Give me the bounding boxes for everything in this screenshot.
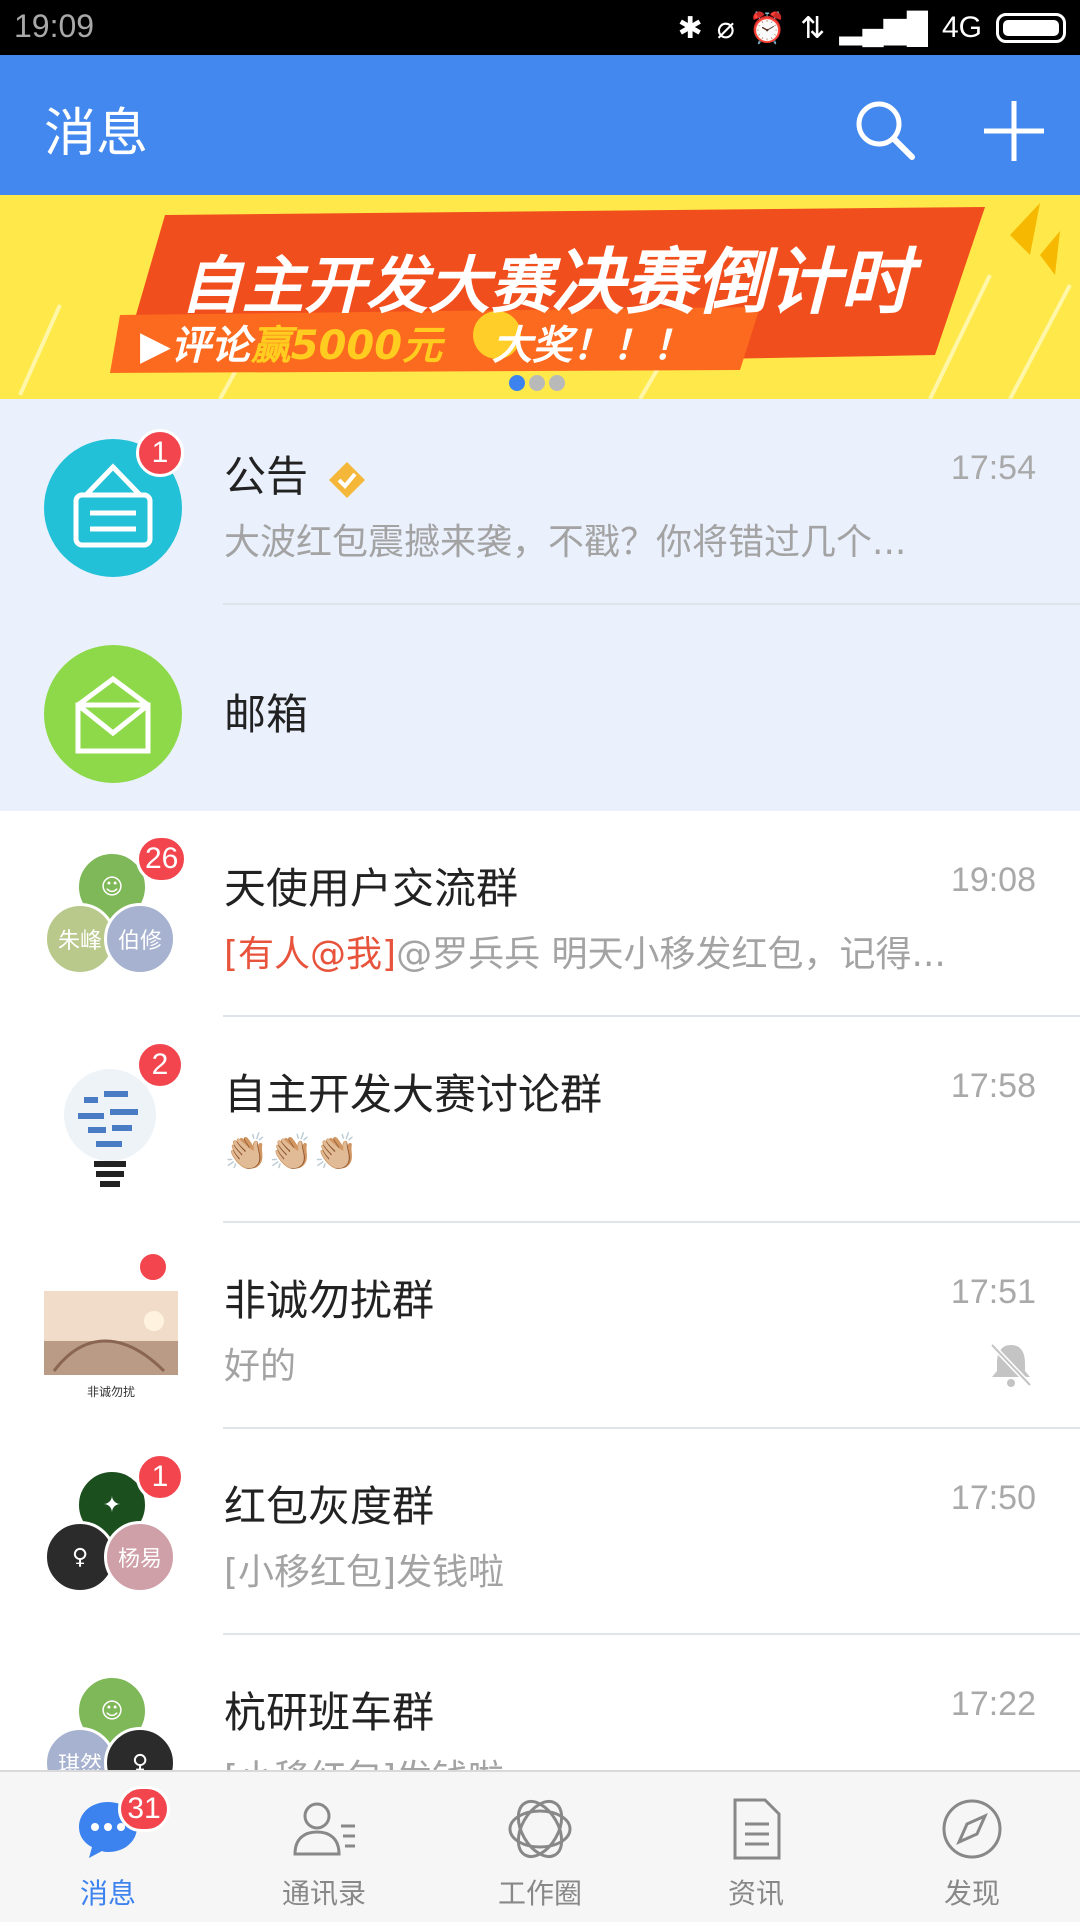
document-icon — [733, 1798, 781, 1860]
search-button[interactable] — [850, 95, 920, 165]
conversation-preview: [小移红包]发钱啦 — [224, 1552, 505, 1593]
verified-icon — [329, 461, 366, 498]
conversation-name: 公告 — [224, 443, 367, 504]
unread-badge: 1 — [136, 1453, 184, 1501]
status-bar: 19:09 ✱ ⌀ ⏰ ⇅ ▂▄▆█ 4G — [0, 0, 1080, 55]
tab-label: 消息 — [79, 1877, 136, 1910]
conversation-time: 17:50 — [950, 1479, 1036, 1517]
work-circle-icon — [508, 1800, 572, 1858]
tab-label: 工作圈 — [497, 1877, 582, 1910]
network-type: 4G — [941, 11, 982, 44]
conversation-name: 天使用户交流群 — [224, 864, 519, 913]
data-arrows-icon: ⇅ — [800, 11, 826, 45]
conversation-row[interactable]: ☺ 朱峰 伯修 26 天使用户交流群 19:08 [有人@我]@罗兵兵 明天小移… — [0, 811, 1080, 1017]
conversation-time: 17:54 — [950, 449, 1036, 487]
conversation-row[interactable]: 非诚勿扰 非诚勿扰群 17:51 好的 — [0, 1223, 1080, 1429]
conversation-name: 红包灰度群 — [224, 1482, 435, 1531]
tab-news[interactable]: 资讯 — [648, 1772, 864, 1922]
conversation-row[interactable]: 邮箱 — [0, 605, 1080, 811]
tab-discover[interactable]: 发现 — [864, 1772, 1080, 1922]
conversation-name-text: 公告 — [224, 452, 309, 501]
plus-icon — [984, 101, 1044, 161]
tab-work-circle[interactable]: 工作圈 — [432, 1772, 648, 1922]
bottom-tab-bar: 31 消息 通讯录 工作圈 资讯 发现 — [0, 1770, 1080, 1922]
conversation-row[interactable]: ✦ ♀ 杨易 1 红包灰度群 17:50 [小移红包]发钱啦 — [0, 1429, 1080, 1635]
app-bar: 消息 — [0, 55, 1080, 195]
tab-unread-badge: 31 — [118, 1786, 170, 1832]
vibrate-off-icon: ⌀ — [716, 11, 735, 45]
conversation-row[interactable]: 1 公告 17:54 大波红包震撼来袭，不戳？你将错过几个... — [0, 399, 1080, 605]
mail-icon — [75, 675, 151, 754]
alarm-icon: ⏰ — [748, 11, 787, 45]
unread-badge: 26 — [136, 835, 188, 883]
tab-label: 通讯录 — [281, 1877, 366, 1910]
conversation-preview: 好的 — [224, 1346, 297, 1387]
signal-icon: ▂▄▆█ — [839, 11, 928, 45]
tab-label: 发现 — [943, 1877, 1000, 1910]
page-title: 消息 — [44, 104, 149, 164]
add-button[interactable] — [978, 95, 1050, 167]
group-avatar: 非诚勿扰 — [44, 1263, 182, 1401]
contacts-icon — [293, 1802, 355, 1856]
banner-subline-prefix: ▶评论 — [140, 323, 251, 369]
pager-dot — [529, 375, 545, 391]
conversation-name: 杭研班车群 — [224, 1688, 435, 1737]
mailbox-avatar — [44, 645, 182, 783]
banner-subline: ▶评论赢5000元 大奖！！！ — [140, 313, 692, 371]
tab-contacts[interactable]: 通讯录 — [216, 1772, 432, 1922]
banner-subline-suffix: 大奖！！！ — [492, 323, 693, 369]
muted-bell-icon — [990, 1343, 1032, 1387]
banner-headline-prefix: 自主开发大赛 — [180, 249, 553, 322]
pager-dot — [549, 375, 565, 391]
conversation-list: 1 公告 17:54 大波红包震撼来袭，不戳？你将错过几个... 邮箱 ☺ 朱峰 — [0, 399, 1080, 1841]
banner-pager — [509, 375, 565, 391]
tab-label: 资讯 — [727, 1877, 784, 1910]
conversation-time: 17:58 — [950, 1067, 1036, 1105]
bluetooth-icon: ✱ — [677, 11, 703, 45]
member-avatar: 杨易 — [104, 1521, 176, 1593]
conversation-preview: [有人@我]@罗兵兵 明天小移发红包，记得... — [224, 925, 1004, 977]
conversation-name: 自主开发大赛讨论群 — [224, 1070, 603, 1119]
member-avatar: 伯修 — [104, 903, 176, 975]
conversation-time: 17:22 — [950, 1685, 1036, 1723]
conversation-time: 17:51 — [950, 1273, 1036, 1311]
conversation-preview: 👏🏼👏🏼👏🏼 — [224, 1132, 359, 1173]
conversation-name: 非诚勿扰群 — [224, 1276, 435, 1325]
conversation-time: 19:08 — [950, 861, 1036, 899]
couple-photo — [44, 1291, 178, 1375]
compass-icon — [942, 1799, 1002, 1859]
tab-messages[interactable]: 31 消息 — [0, 1772, 216, 1922]
mention-tag: [有人@我] — [224, 934, 397, 975]
banner-subline-prize: 赢5000元 — [250, 323, 443, 369]
couple-photo-art — [44, 1291, 178, 1375]
conversation-row[interactable]: 2 自主开发大赛讨论群 17:58 👏🏼👏🏼👏🏼 — [0, 1017, 1080, 1223]
pager-dot-active — [509, 375, 525, 391]
unread-badge: 1 — [136, 429, 184, 477]
promo-banner[interactable]: 自主开发大赛决赛倒计时 ▶评论赢5000元 大奖！！！ — [0, 195, 1080, 399]
search-icon — [856, 101, 915, 160]
battery-icon — [996, 13, 1066, 43]
unread-badge: 2 — [136, 1041, 184, 1089]
conversation-preview-text: @罗兵兵 明天小移发红包，记得... — [396, 934, 946, 975]
conversation-name: 邮箱 — [224, 690, 309, 739]
conversation-preview: 大波红包震撼来袭，不戳？你将错过几个... — [224, 522, 907, 563]
status-icons: ✱ ⌀ ⏰ ⇅ ▂▄▆█ 4G — [678, 8, 1066, 48]
banner-headline-emphasis: 决赛倒计时 — [552, 240, 913, 324]
avatar-caption: 非诚勿扰 — [86, 1385, 135, 1399]
unread-dot — [137, 1251, 169, 1283]
